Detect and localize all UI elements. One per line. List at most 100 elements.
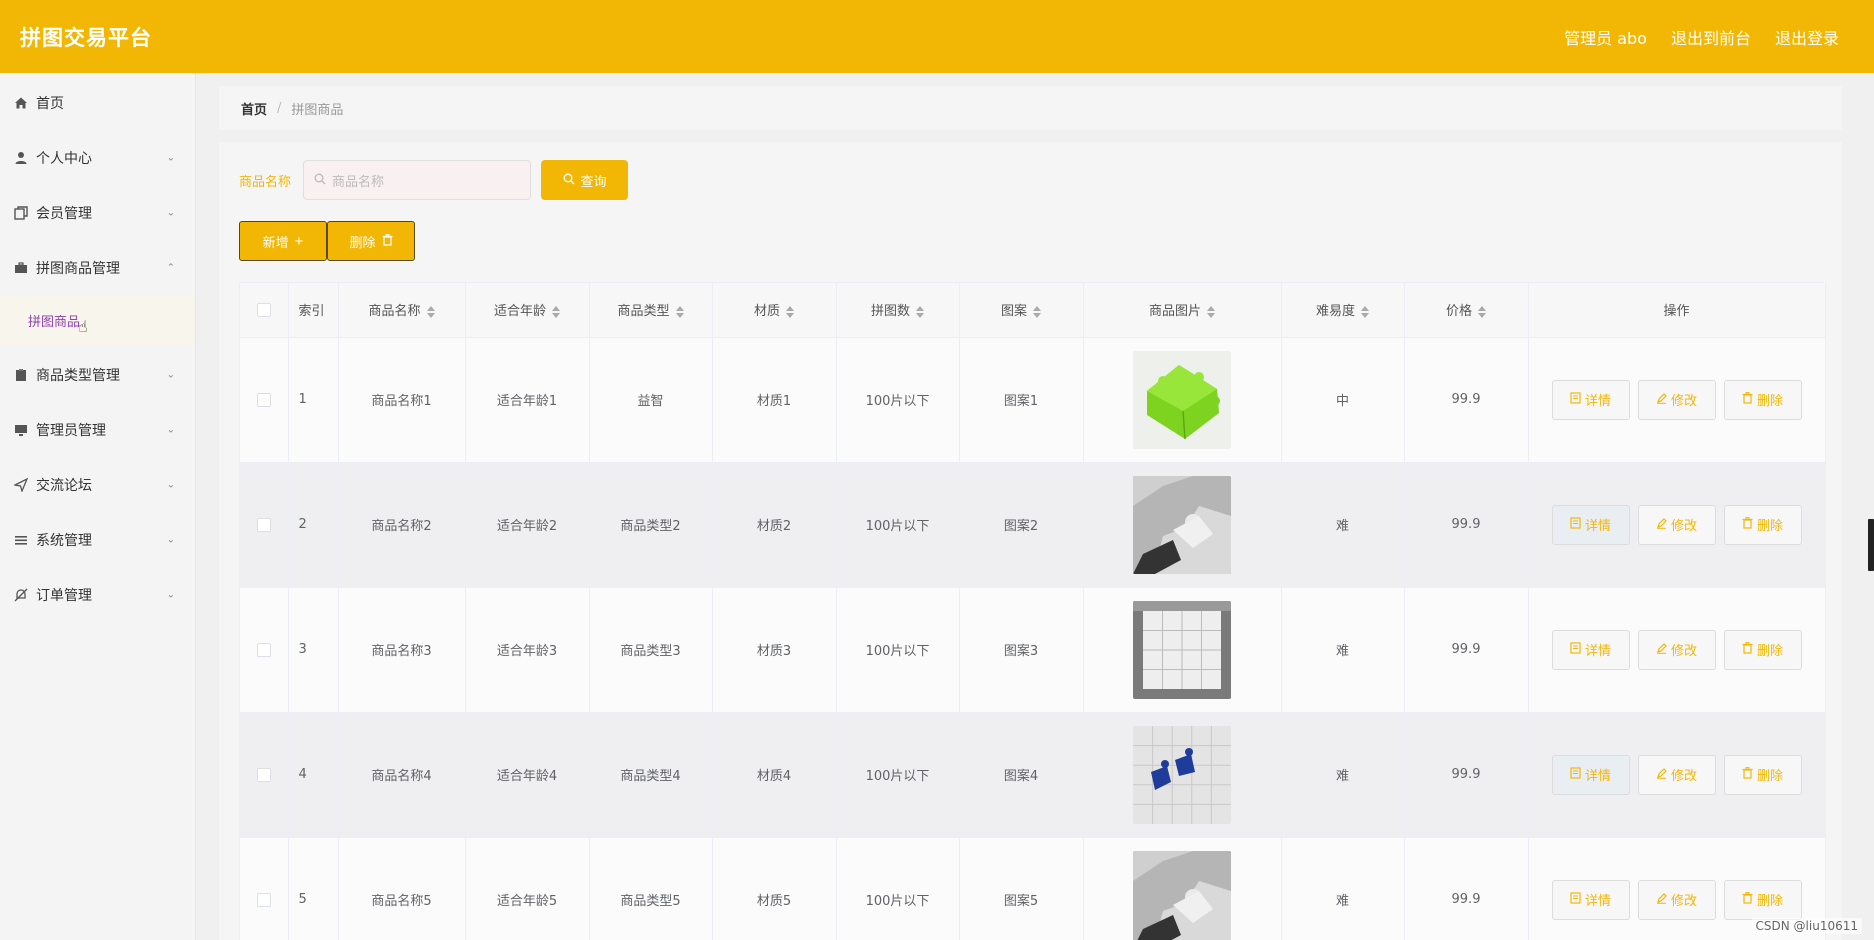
product-thumbnail[interactable] <box>1133 600 1231 699</box>
edit-button[interactable]: 修改 <box>1637 629 1716 670</box>
sort-icon[interactable] <box>786 305 794 318</box>
trash-icon <box>1742 641 1753 658</box>
detail-button[interactable]: 详情 <box>1551 504 1630 545</box>
admin-user-link[interactable]: 管理员 abo <box>1564 25 1647 49</box>
table-row[interactable]: 2 商品名称2 适合年龄2 商品类型2 材质2 100片以下 图案2 难 99.9 详情 修改 删除 <box>240 462 1826 588</box>
logout-link[interactable]: 退出登录 <box>1775 25 1839 49</box>
sidebar-item-system[interactable]: 系统管理 ⌄ <box>0 512 195 567</box>
search-icon <box>314 173 326 188</box>
sidebar-item-goods-type[interactable]: 商品类型管理 ⌄ <box>0 347 195 402</box>
sidebar-item-admin-manage[interactable]: 管理员管理 ⌄ <box>0 402 195 457</box>
delete-button[interactable]: 删除 <box>1723 754 1802 795</box>
table-header-row: 索引 商品名称 适合年龄 商品类型 材质 拼图数 图案 商品图片 难易度 价格 … <box>240 283 1826 338</box>
th-count[interactable]: 拼图数 <box>836 283 960 338</box>
sidebar-item-forum[interactable]: 交流论坛 ⌄ <box>0 457 195 512</box>
delete-button[interactable]: 删除 <box>1723 629 1802 670</box>
sort-icon[interactable] <box>1207 305 1215 318</box>
table-row[interactable]: 4 商品名称4 适合年龄4 商品类型4 材质4 100片以下 图案4 难 99.9 详情 修改 删除 <box>240 712 1826 838</box>
row-select-cell[interactable] <box>240 712 289 838</box>
sort-icon[interactable] <box>1033 305 1041 318</box>
table-row[interactable]: 3 商品名称3 适合年龄3 商品类型3 材质3 100片以下 图案3 难 99.9 详情 修改 删除 <box>240 587 1826 713</box>
sidebar-item-orders[interactable]: 订单管理 ⌄ <box>0 567 195 622</box>
row-checkbox[interactable] <box>256 392 271 407</box>
delete-button[interactable]: 删除 <box>1723 379 1802 420</box>
product-thumbnail[interactable] <box>1133 350 1231 449</box>
cell-type: 商品类型4 <box>589 712 713 838</box>
sort-icon[interactable] <box>552 305 560 318</box>
sidebar-item-home[interactable]: 首页 <box>0 75 195 130</box>
cell-image <box>1083 587 1282 713</box>
batch-delete-button[interactable]: 删除 <box>327 221 415 261</box>
sort-icon[interactable] <box>1361 305 1369 318</box>
row-checkbox[interactable] <box>256 892 271 907</box>
product-thumbnail[interactable] <box>1133 475 1231 574</box>
row-checkbox[interactable] <box>256 642 271 657</box>
th-material[interactable]: 材质 <box>712 283 837 338</box>
cell-ops: 详情 修改 删除 <box>1528 587 1826 713</box>
edit-label: 修改 <box>1670 394 1697 409</box>
detail-button[interactable]: 详情 <box>1551 754 1630 795</box>
sidebar-item-puzzle-goods-manage[interactable]: 拼图商品管理 ⌃ <box>0 240 195 295</box>
cell-name: 商品名称2 <box>338 462 466 588</box>
row-select-cell[interactable] <box>240 462 289 588</box>
cell-price: 99.9 <box>1404 337 1529 463</box>
cell-ops: 详情 修改 删除 <box>1528 712 1826 838</box>
cell-age: 适合年龄1 <box>465 337 590 463</box>
breadcrumb-home[interactable]: 首页 <box>241 99 267 118</box>
exit-to-front-link[interactable]: 退出到前台 <box>1671 25 1751 49</box>
add-button[interactable]: 新增 + <box>239 221 327 261</box>
edit-button[interactable]: 修改 <box>1637 379 1716 420</box>
search-input[interactable]: 商品名称 <box>303 160 532 200</box>
row-select-cell[interactable] <box>240 337 289 463</box>
th-type[interactable]: 商品类型 <box>589 283 713 338</box>
sort-icon[interactable] <box>426 305 435 318</box>
search-row: 商品名称 商品名称 查询 <box>239 160 1824 200</box>
sidebar-item-label: 首页 <box>36 95 64 112</box>
th-name[interactable]: 商品名称 <box>338 283 466 338</box>
cell-difficulty: 难 <box>1281 837 1405 940</box>
sort-icon[interactable] <box>1478 305 1486 318</box>
cell-age: 适合年龄2 <box>465 462 590 588</box>
search-label: 商品名称 <box>239 174 292 190</box>
cell-index: 1 <box>288 337 339 463</box>
detail-button[interactable]: 详情 <box>1551 879 1630 920</box>
main-content: 首页 / 拼图商品 商品名称 商品名称 查询 新增 + 删除 索引 商品名称 适… <box>219 86 1842 940</box>
row-checkbox[interactable] <box>256 517 271 532</box>
sort-icon[interactable] <box>916 305 924 318</box>
edit-label: 修改 <box>1670 894 1697 909</box>
delete-button[interactable]: 删除 <box>1723 504 1802 545</box>
edit-button[interactable]: 修改 <box>1637 879 1716 920</box>
trash-icon <box>1742 391 1753 408</box>
select-all-cell[interactable] <box>240 283 289 338</box>
th-difficulty[interactable]: 难易度 <box>1281 283 1405 338</box>
select-all-checkbox[interactable] <box>256 302 271 317</box>
product-thumbnail[interactable] <box>1133 725 1231 824</box>
th-image[interactable]: 商品图片 <box>1083 283 1282 338</box>
sidebar-subitem-puzzle-goods[interactable]: 拼图商品 ☝ <box>0 295 195 345</box>
row-select-cell[interactable] <box>240 837 289 940</box>
edit-button[interactable]: 修改 <box>1637 504 1716 545</box>
th-label: 难易度 <box>1315 304 1355 320</box>
sidebar-item-member[interactable]: 会员管理 ⌄ <box>0 185 195 240</box>
th-pattern[interactable]: 图案 <box>959 283 1084 338</box>
page-scrollbar[interactable] <box>1864 73 1874 940</box>
table-row[interactable]: 1 商品名称1 适合年龄1 益智 材质1 100片以下 图案1 中 99.9 详情 修改 删除 <box>240 337 1826 463</box>
th-price[interactable]: 价格 <box>1404 283 1529 338</box>
query-button[interactable]: 查询 <box>541 160 629 200</box>
delete-button[interactable]: 删除 <box>1723 879 1802 920</box>
delete-label: 删除 <box>349 234 376 250</box>
sidebar-item-label: 商品类型管理 <box>36 367 120 384</box>
chevron-down-icon: ⌄ <box>166 369 175 380</box>
table-row[interactable]: 5 商品名称5 适合年龄5 商品类型5 材质5 100片以下 图案5 难 99.9 详情 修改 删除 <box>240 837 1826 940</box>
th-age[interactable]: 适合年龄 <box>465 283 590 338</box>
scrollbar-thumb[interactable] <box>1868 519 1874 571</box>
row-select-cell[interactable] <box>240 587 289 713</box>
detail-label: 详情 <box>1584 394 1611 409</box>
product-thumbnail[interactable] <box>1133 850 1231 940</box>
edit-button[interactable]: 修改 <box>1637 754 1716 795</box>
detail-button[interactable]: 详情 <box>1551 379 1630 420</box>
detail-button[interactable]: 详情 <box>1551 629 1630 670</box>
row-checkbox[interactable] <box>256 767 271 782</box>
sidebar-item-personal-center[interactable]: 个人中心 ⌄ <box>0 130 195 185</box>
sort-icon[interactable] <box>675 305 684 318</box>
